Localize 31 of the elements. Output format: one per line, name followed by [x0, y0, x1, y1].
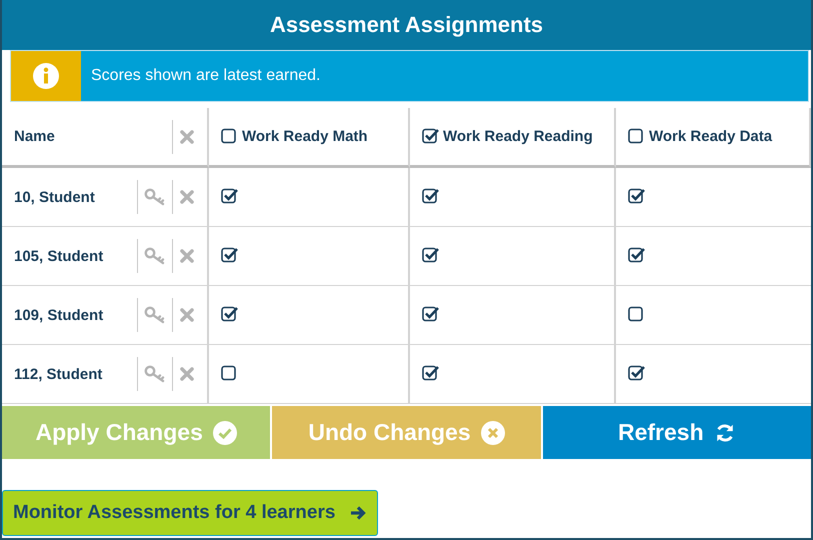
column-header: Work Ready Math — [242, 128, 368, 145]
column-checkbox[interactable] — [628, 128, 645, 145]
column-header: Work Ready Data — [649, 128, 772, 145]
checkbox[interactable] — [422, 188, 439, 205]
monitor-button[interactable]: Monitor Assessments for 4 learners — [2, 490, 378, 536]
check-circle-icon — [212, 420, 237, 444]
checkbox[interactable] — [628, 365, 645, 382]
info-message: Scores shown are latest earned. — [91, 67, 320, 85]
checkbox[interactable] — [628, 306, 645, 323]
student-name: 109, Student — [14, 306, 104, 324]
column-header: Work Ready Reading — [443, 128, 593, 145]
checkbox[interactable] — [221, 306, 238, 323]
student-name: 105, Student — [14, 248, 104, 264]
checkbox[interactable] — [422, 306, 439, 323]
student-name: 112, Student — [14, 366, 102, 382]
checkbox[interactable] — [422, 247, 439, 264]
checkbox[interactable] — [422, 365, 439, 382]
arrow-right-icon — [349, 504, 368, 522]
student-name: 10, Student — [14, 188, 95, 206]
checkbox[interactable] — [221, 188, 238, 205]
close-circle-icon — [480, 420, 505, 444]
refresh-button[interactable]: Refresh — [542, 406, 811, 459]
checkbox[interactable] — [221, 365, 238, 382]
column-header: Name — [14, 128, 55, 145]
column-checkbox[interactable] — [221, 128, 238, 145]
window-title: Assessment Assignments — [2, 0, 811, 50]
checkbox[interactable] — [221, 247, 238, 264]
checkbox[interactable] — [628, 247, 645, 264]
column-checkbox[interactable] — [422, 128, 439, 145]
checkbox[interactable] — [628, 188, 645, 205]
info-icon — [33, 63, 59, 89]
